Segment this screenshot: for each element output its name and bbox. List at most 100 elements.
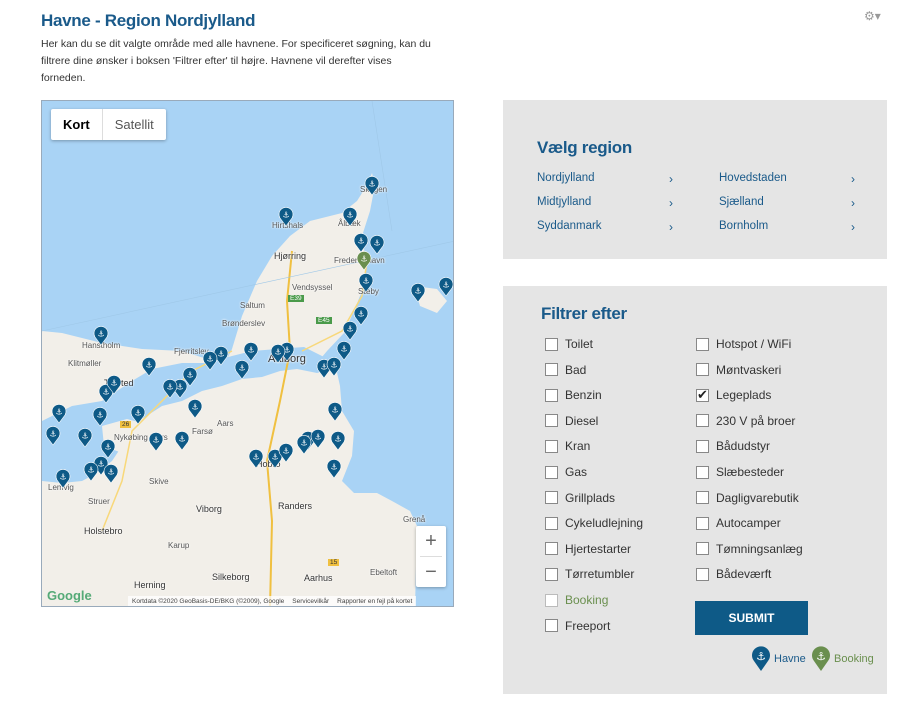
filter-option[interactable]: Slæbesteder <box>696 465 784 479</box>
filter-checkbox[interactable] <box>696 414 709 428</box>
filter-checkbox[interactable] <box>545 567 558 581</box>
filter-option[interactable]: Freeport <box>545 619 610 633</box>
filter-option[interactable]: 230 V på broer <box>696 414 795 428</box>
filter-option[interactable]: Hjertestarter <box>545 542 631 556</box>
filter-checkbox[interactable] <box>545 388 558 402</box>
harbor-pin[interactable]: ⚓ <box>45 426 61 446</box>
filter-option[interactable]: Møntvaskeri <box>696 363 781 377</box>
harbor-pin[interactable]: ⚓ <box>342 207 358 227</box>
map-label: Saltum <box>240 301 265 310</box>
harbor-pin[interactable]: ⚓ <box>141 357 157 377</box>
map-type-kort[interactable]: Kort <box>51 109 102 140</box>
harbor-pin[interactable]: ⚓ <box>278 207 294 227</box>
harbor-pin[interactable]: ⚓ <box>106 375 122 395</box>
filter-option[interactable]: Cykeludlejning <box>545 516 643 530</box>
filter-checkbox[interactable] <box>545 516 558 530</box>
harbor-pin[interactable]: ⚓ <box>130 405 146 425</box>
filter-label: Hjertestarter <box>565 541 632 556</box>
harbor-pin[interactable]: ⚓ <box>83 462 99 482</box>
filter-checkbox[interactable] <box>545 439 558 453</box>
filter-option[interactable]: Tørretumbler <box>545 567 634 581</box>
harbor-pin[interactable]: ⚓ <box>202 351 218 371</box>
map-type-satellit[interactable]: Satellit <box>101 109 166 140</box>
filter-option[interactable]: Diesel <box>545 414 598 428</box>
terms-link[interactable]: Servicevilkår <box>292 596 329 606</box>
filter-checkbox[interactable] <box>545 542 558 556</box>
harbor-pin[interactable]: ⚓ <box>342 321 358 341</box>
map-label: Aarhus <box>304 573 333 583</box>
filter-option[interactable]: Hotspot / WiFi <box>696 337 791 351</box>
harbor-pin[interactable]: ⚓ <box>243 342 259 362</box>
filter-checkbox[interactable] <box>545 414 558 428</box>
zoom-in-button[interactable]: + <box>416 526 446 556</box>
filter-checkbox[interactable] <box>696 439 709 453</box>
filter-option[interactable]: Grillplads <box>545 491 615 505</box>
harbor-pin[interactable]: ⚓ <box>77 428 93 448</box>
harbor-pin[interactable]: ⚓ <box>103 464 119 484</box>
harbor-pin[interactable]: ⚓ <box>358 273 374 293</box>
report-error-link[interactable]: Rapporter en fejl på kortet <box>337 596 412 606</box>
region-item-nordjylland[interactable]: Nordjylland › <box>537 172 673 186</box>
harbor-pin[interactable]: ⚓ <box>55 469 71 489</box>
filter-option[interactable]: Dagligvarebutik <box>696 491 799 505</box>
filter-checkbox[interactable] <box>545 593 558 607</box>
filter-checkbox[interactable] <box>545 491 558 505</box>
harbor-pin[interactable]: ⚓ <box>162 379 178 399</box>
filter-checkbox[interactable] <box>696 337 709 351</box>
filter-checkbox[interactable] <box>545 363 558 377</box>
filter-option[interactable]: Legeplads <box>696 387 771 403</box>
filter-checkbox[interactable] <box>696 542 709 556</box>
filter-option[interactable]: Kran <box>545 439 590 453</box>
filter-checkbox[interactable] <box>696 491 709 505</box>
filter-option[interactable]: Bådeværft <box>696 567 771 581</box>
filter-option[interactable]: Autocamper <box>696 516 781 530</box>
region-item-midtjylland[interactable]: Midtjylland › <box>537 196 673 210</box>
harbor-pin[interactable]: ⚓ <box>410 283 426 303</box>
harbor-pin[interactable]: ⚓ <box>51 404 67 424</box>
filter-option[interactable]: Benzin <box>545 388 602 402</box>
region-item-syddanmark[interactable]: Syddanmark › <box>537 220 673 234</box>
harbor-pin[interactable]: ⚓ <box>278 443 294 463</box>
filter-checkbox[interactable] <box>696 516 709 530</box>
harbor-pin[interactable]: ⚓ <box>270 344 286 364</box>
filter-checkbox[interactable] <box>696 567 709 581</box>
filter-option[interactable]: Tømningsanlæg <box>696 542 803 556</box>
filter-option[interactable]: Bådudstyr <box>696 439 770 453</box>
filter-checkbox[interactable] <box>545 337 558 351</box>
harbor-pin[interactable]: ⚓ <box>174 431 190 451</box>
harbor-map[interactable]: Skagen Hirtshals Ålbæk Hjørring Frederik… <box>41 100 454 607</box>
harbor-pin[interactable]: ⚓ <box>364 176 380 196</box>
harbor-pin[interactable]: ⚓ <box>187 399 203 419</box>
region-item-bornholm[interactable]: Bornholm › <box>719 220 855 234</box>
filter-option[interactable]: Bad <box>545 363 586 377</box>
filter-option[interactable]: Toilet <box>545 337 593 351</box>
region-item-sjaelland[interactable]: Sjælland › <box>719 196 855 210</box>
submit-button[interactable]: SUBMIT <box>695 601 808 635</box>
filter-checkbox[interactable] <box>696 465 709 479</box>
gear-icon[interactable]: ⚙▾ <box>864 9 886 25</box>
harbor-pin[interactable]: ⚓ <box>327 402 343 422</box>
harbor-pin[interactable]: ⚓ <box>438 277 454 297</box>
harbor-pin[interactable]: ⚓ <box>92 407 108 427</box>
filter-checkbox[interactable] <box>696 387 709 403</box>
zoom-out-button[interactable]: − <box>416 557 446 587</box>
harbor-pin[interactable]: ⚓ <box>310 429 326 449</box>
filter-checkbox[interactable] <box>696 363 709 377</box>
harbor-pin[interactable]: ⚓ <box>93 326 109 346</box>
harbor-pin[interactable]: ⚓ <box>248 449 264 469</box>
harbor-pin[interactable]: ⚓ <box>326 459 342 479</box>
filter-checkbox[interactable] <box>545 619 558 633</box>
filter-option[interactable]: Gas <box>545 465 587 479</box>
harbor-pin[interactable]: ⚓ <box>234 360 250 380</box>
booking-harbor-pin[interactable]: ⚓ <box>356 251 372 271</box>
harbor-pin[interactable]: ⚓ <box>353 233 369 253</box>
filter-checkbox[interactable] <box>545 465 558 479</box>
harbor-pin[interactable]: ⚓ <box>326 357 342 377</box>
filter-label: Slæbesteder <box>716 465 785 479</box>
filter-label: Cykeludlejning <box>565 516 644 531</box>
road-label: E39 <box>288 295 304 302</box>
filter-option[interactable]: Booking <box>545 593 608 607</box>
harbor-pin[interactable]: ⚓ <box>330 431 346 451</box>
harbor-pin[interactable]: ⚓ <box>148 432 164 452</box>
region-item-hovedstaden[interactable]: Hovedstaden › <box>719 172 855 186</box>
